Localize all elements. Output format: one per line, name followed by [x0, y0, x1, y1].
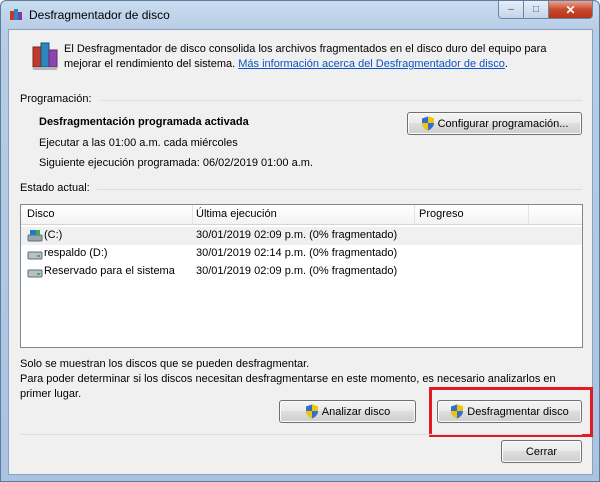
- system-drive-icon: [27, 230, 43, 242]
- close-button[interactable]: Cerrar: [501, 440, 582, 463]
- schedule-label: Programación:: [20, 93, 92, 105]
- footer-divider: [20, 434, 582, 435]
- defrag-window: Desfragmentador de disco – □ ✕ El Desfra…: [0, 0, 600, 482]
- shield-icon: [421, 116, 434, 131]
- schedule-run-at: Ejecutar a las 01:00 a.m. cada miércoles: [39, 137, 238, 149]
- maximize-button[interactable]: □: [524, 1, 549, 19]
- defrag-app-icon: [10, 9, 22, 20]
- hard-drive-icon: [27, 251, 43, 260]
- intro-text: El Desfragmentador de disco consolida lo…: [64, 42, 584, 72]
- column-header-disk[interactable]: Disco: [27, 208, 55, 220]
- maximize-icon: □: [532, 4, 540, 15]
- minimize-icon: –: [508, 4, 514, 15]
- current-status-label: Estado actual:: [20, 182, 90, 194]
- disk-row[interactable]: respaldo (D:) 30/01/2019 02:14 p.m. (0% …: [21, 245, 582, 263]
- defraggable-disks-note: Solo se muestran los discos que se puede…: [20, 358, 310, 370]
- shield-icon: [305, 404, 318, 419]
- disk-last-run: 30/01/2019 02:09 p.m. (0% fragmentado): [196, 229, 398, 241]
- column-divider[interactable]: [414, 205, 415, 225]
- column-divider[interactable]: [192, 205, 193, 225]
- configure-schedule-label: Configurar programación...: [437, 117, 569, 130]
- status-divider: [97, 189, 582, 190]
- disk-list-header: Disco Última ejecución Progreso: [21, 205, 582, 225]
- disk-name: (C:): [44, 229, 63, 241]
- title-bar[interactable]: Desfragmentador de disco – □ ✕: [1, 1, 599, 29]
- disk-last-run: 30/01/2019 02:09 p.m. (0% fragmentado): [196, 265, 398, 277]
- disk-name: respaldo (D:): [44, 247, 108, 259]
- disk-name: Reservado para el sistema: [44, 265, 175, 277]
- column-header-progress[interactable]: Progreso: [419, 208, 464, 220]
- column-header-last-run[interactable]: Última ejecución: [196, 208, 277, 220]
- minimize-button[interactable]: –: [498, 1, 524, 19]
- close-label: Cerrar: [525, 445, 558, 458]
- dialog-client-area: El Desfragmentador de disco consolida lo…: [8, 29, 593, 475]
- analyze-disk-button[interactable]: Analizar disco: [279, 400, 416, 423]
- disk-row[interactable]: (C:) 30/01/2019 02:09 p.m. (0% fragmenta…: [21, 227, 582, 245]
- schedule-status: Desfragmentación programada activada: [39, 116, 249, 128]
- disk-list[interactable]: Disco Última ejecución Progreso (C:) 30/…: [20, 204, 583, 348]
- highlight-box: [429, 387, 593, 437]
- defrag-icon: [32, 42, 58, 70]
- configure-schedule-button[interactable]: Configurar programación...: [407, 112, 582, 135]
- analyze-disk-label: Analizar disco: [321, 405, 391, 418]
- schedule-next-run: Siguiente ejecución programada: 06/02/20…: [39, 157, 313, 169]
- close-window-button[interactable]: ✕: [549, 1, 593, 19]
- caption-buttons: – □ ✕: [498, 1, 593, 19]
- window-title: Desfragmentador de disco: [29, 8, 170, 22]
- hard-drive-icon: [27, 269, 43, 278]
- more-info-link[interactable]: Más información acerca del Desfragmentad…: [238, 58, 505, 70]
- disk-last-run: 30/01/2019 02:14 p.m. (0% fragmentado): [196, 247, 398, 259]
- schedule-divider: [101, 100, 582, 101]
- intro-period: .: [504, 58, 508, 70]
- disk-row[interactable]: Reservado para el sistema 30/01/2019 02:…: [21, 263, 582, 281]
- close-icon: ✕: [565, 2, 576, 17]
- column-divider[interactable]: [528, 205, 529, 225]
